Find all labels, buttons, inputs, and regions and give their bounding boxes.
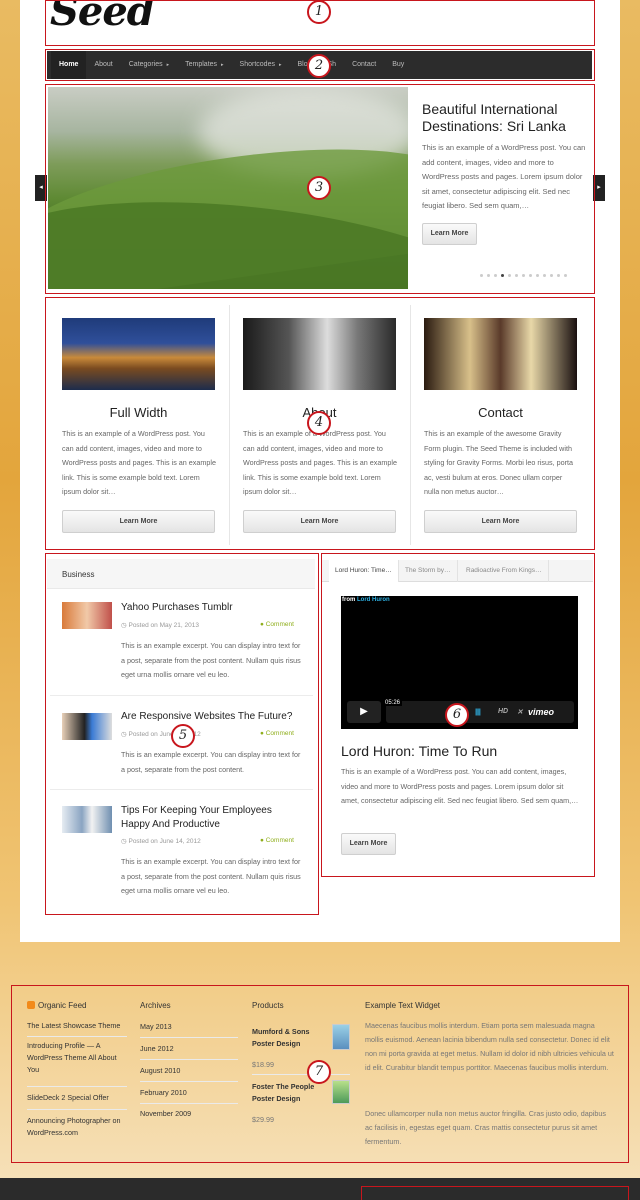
annotation-marker-4: 4 — [307, 411, 331, 435]
annotation-marker-3: 3 — [307, 176, 331, 200]
annotation-marker-6: 6 — [445, 703, 469, 727]
annotation-marker-7: 7 — [307, 1060, 331, 1084]
annotation-marker-5: 5 — [171, 724, 195, 748]
annotation-box-bottom — [361, 1186, 629, 1200]
annotation-marker-2: 2 — [307, 54, 331, 78]
annotation-marker-1: 1 — [307, 0, 331, 24]
